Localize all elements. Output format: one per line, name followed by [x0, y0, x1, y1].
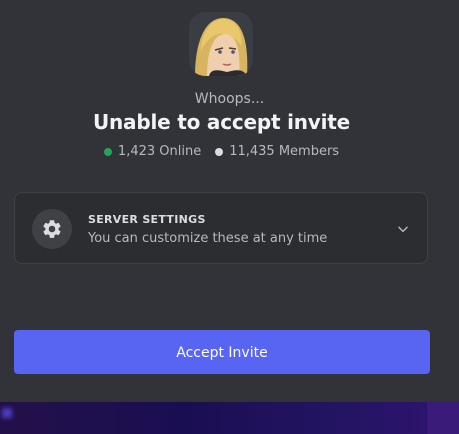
accept-invite-button[interactable]: Accept Invite [14, 330, 430, 374]
server-avatar [189, 12, 253, 76]
settings-heading: SERVER SETTINGS [88, 213, 206, 226]
backdrop-corner [427, 402, 459, 434]
member-counts: 1,423 Online 11,435 Members [0, 144, 443, 159]
background-backdrop [0, 402, 459, 434]
invite-subtitle: Whoops... [194, 91, 265, 107]
gear-icon [32, 209, 72, 249]
backdrop-glow [2, 408, 12, 418]
member-dot-icon [215, 147, 224, 156]
settings-description: You can customize these at any time [88, 231, 328, 246]
member-count: 11,435 Members [215, 144, 339, 159]
invite-modal: Whoops... Unable to accept invite 1,423 … [0, 0, 459, 402]
online-count-label: 1,423 Online [117, 144, 202, 159]
online-dot-icon [103, 147, 112, 156]
member-count-label: 11,435 Members [229, 144, 340, 159]
server-settings-section[interactable]: SERVER SETTINGS You can customize these … [14, 192, 428, 264]
invite-title: Unable to accept invite [92, 110, 351, 134]
online-count: 1,423 Online [103, 144, 202, 159]
chevron-down-icon[interactable] [396, 222, 410, 236]
